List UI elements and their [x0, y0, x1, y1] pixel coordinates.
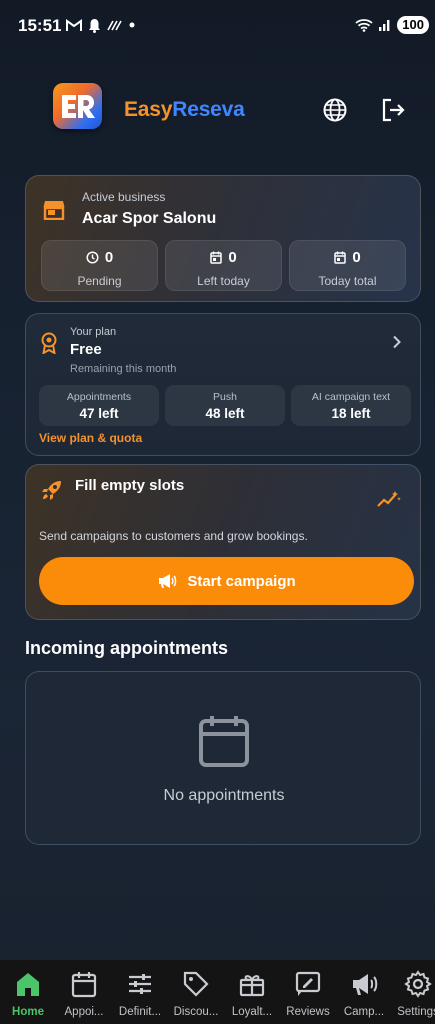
signal-icon: [379, 20, 390, 31]
status-time: 15:51: [18, 16, 62, 35]
nav-discounts[interactable]: Discou...: [168, 960, 224, 1024]
bottom-navigation: Home Appoi... Definit... Discou... Loyal…: [0, 960, 435, 1024]
nav-loyalty[interactable]: Loyalt...: [224, 960, 280, 1024]
quota-ai-campaign-label: AI campaign text: [311, 391, 391, 403]
quota-ai-campaign: AI campaign text 18 left: [291, 385, 411, 426]
stat-today-total[interactable]: 0 Today total: [289, 240, 406, 291]
nav-settings[interactable]: Settings: [390, 960, 435, 1024]
plan-card[interactable]: Your plan Free Remaining this month Appo…: [25, 313, 421, 456]
stat-left-today-label: Left today: [197, 274, 250, 288]
logout-icon: [382, 98, 405, 122]
store-icon: [43, 201, 65, 220]
app-logo: [53, 83, 102, 129]
campaign-card: Fill empty slots Send campaigns to custo…: [25, 464, 421, 620]
quota-ai-campaign-value: 18 left: [331, 406, 371, 421]
start-campaign-button[interactable]: Start campaign: [39, 557, 414, 605]
quota-appointments: Appointments 47 left: [39, 385, 159, 426]
nav-home[interactable]: Home: [0, 960, 56, 1024]
app-name: EasyReseva: [124, 98, 245, 122]
status-bar: 15:51 100: [0, 0, 435, 50]
quota-appointments-value: 47 left: [79, 406, 119, 421]
plan-label: Your plan: [70, 326, 117, 338]
calendar-icon: [71, 972, 97, 998]
quota-push-value: 48 left: [205, 406, 245, 421]
stat-left-today[interactable]: 0 Left today: [165, 240, 282, 291]
app-name-reseva: Reseva: [172, 98, 245, 121]
app-name-easy: Easy: [124, 98, 173, 121]
language-button[interactable]: [321, 96, 349, 124]
trending-sparkle-icon: [377, 491, 401, 507]
quota-appointments-label: Appointments: [66, 391, 132, 403]
notification-icons: [66, 17, 136, 33]
nav-reviews[interactable]: Reviews: [280, 960, 336, 1024]
quota-push-label: Push: [213, 391, 237, 403]
gift-icon: [239, 975, 265, 997]
stat-left-today-value: 0: [228, 249, 237, 266]
business-name: Acar Spor Salonu: [82, 210, 217, 227]
nav-appointments[interactable]: Appoi...: [56, 960, 112, 1024]
stat-pending[interactable]: 0 Pending: [41, 240, 158, 291]
award-icon: [41, 332, 57, 354]
sliders-icon: [129, 974, 151, 994]
stat-today-total-label: Today total: [318, 274, 377, 288]
campaign-title: Fill empty slots: [75, 477, 185, 494]
megaphone-icon: [159, 574, 177, 588]
view-plan-link[interactable]: View plan & quota: [39, 431, 142, 445]
logout-button[interactable]: [379, 96, 407, 124]
system-icons: 100: [355, 16, 429, 34]
plan-name: Free: [70, 341, 102, 358]
incoming-appointments-title: Incoming appointments: [25, 638, 229, 658]
nav-settings-label: Settings: [397, 1006, 435, 1018]
appointments-empty-state: No appointments: [25, 671, 421, 845]
no-appointments-text: No appointments: [163, 787, 285, 804]
gmail-icon: [66, 18, 82, 31]
tag-icon: [183, 971, 209, 997]
calendar-icon: [334, 251, 347, 264]
calendar-empty-icon: [199, 716, 249, 767]
battery-icon: 100: [397, 16, 429, 34]
home-icon: [17, 973, 39, 996]
stat-today-total-value: 0: [352, 249, 361, 266]
bell-icon: [89, 18, 100, 33]
business-label: Active business: [82, 190, 166, 204]
calendar-icon: [210, 251, 223, 264]
rocket-icon: [42, 481, 61, 500]
megaphone-icon: [353, 974, 378, 995]
start-campaign-label: Start campaign: [187, 572, 296, 590]
app-screen: 15:51 100 EasyReseva Active business Aca…: [0, 0, 435, 1024]
logo-er-icon: [62, 95, 95, 118]
review-icon: [295, 971, 321, 996]
globe-icon: [323, 98, 347, 122]
stat-pending-value: 0: [104, 249, 114, 266]
stat-pending-label: Pending: [77, 274, 122, 288]
clock-icon: [86, 251, 99, 264]
active-business-card[interactable]: Active business Acar Spor Salonu 0 Pendi…: [25, 175, 421, 302]
dot-icon: [129, 22, 135, 28]
gear-icon: [404, 970, 432, 998]
chevron-right-icon[interactable]: [392, 335, 402, 349]
wifi-calling-icon: [107, 20, 122, 31]
campaign-description: Send campaigns to customers and grow boo…: [39, 529, 308, 543]
plan-remaining-label: Remaining this month: [70, 363, 177, 375]
nav-definitions[interactable]: Definit...: [112, 960, 168, 1024]
quota-push: Push 48 left: [165, 385, 285, 426]
wifi-icon: [355, 19, 373, 32]
